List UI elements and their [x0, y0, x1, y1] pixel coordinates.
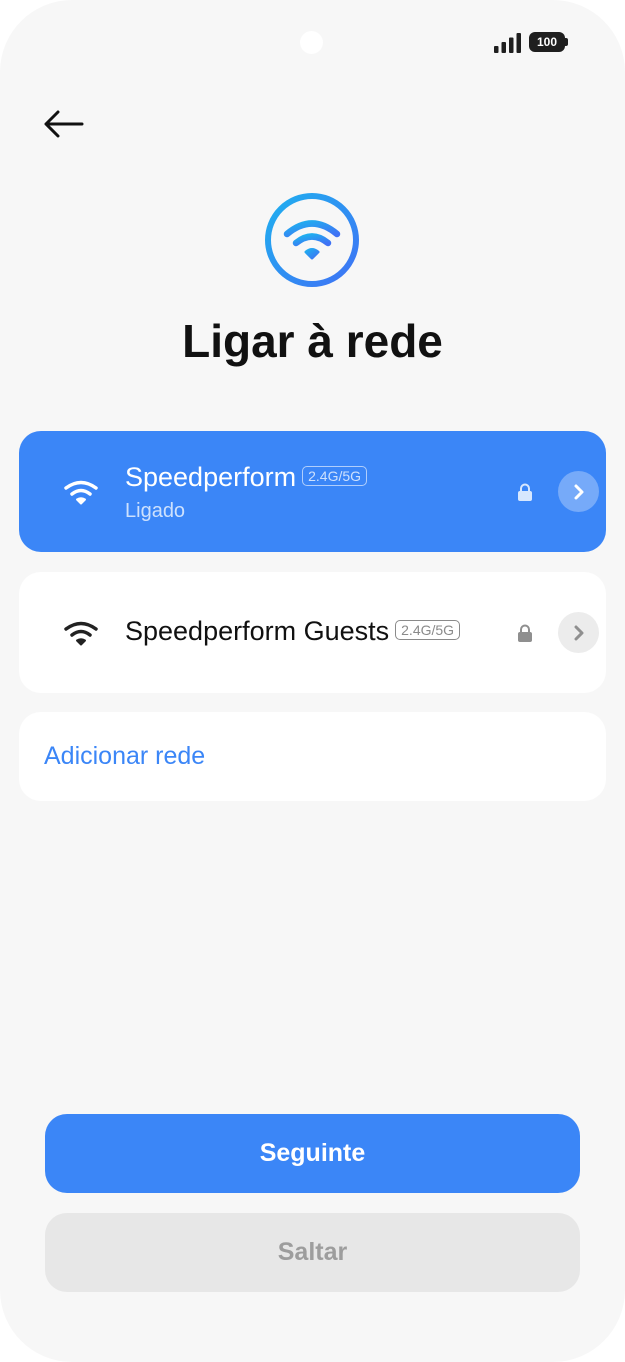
network-item-speedperform[interactable]: Speedperform 2.4G/5G Ligado — [19, 431, 606, 552]
wifi-circle-icon — [265, 193, 359, 287]
band-badge: 2.4G/5G — [395, 619, 461, 640]
network-name: Speedperform Guests 2.4G/5G — [125, 616, 461, 647]
battery-level: 100 — [536, 35, 558, 49]
chevron-right-icon — [574, 625, 584, 641]
wifi-icon — [64, 621, 98, 646]
chevron-right-icon — [574, 484, 584, 500]
page-title: Ligar à rede — [182, 315, 443, 367]
skip-button[interactable]: Saltar — [45, 1213, 580, 1292]
lock-icon — [518, 624, 532, 642]
network-name-text: Speedperform Guests — [125, 616, 390, 646]
band-badge: 2.4G/5G — [302, 465, 368, 486]
network-name: Speedperform 2.4G/5G — [125, 462, 368, 493]
add-network-button[interactable]: Adicionar rede — [19, 712, 606, 801]
wifi-icon — [64, 480, 98, 505]
network-detail-button[interactable] — [558, 471, 599, 512]
back-button[interactable] — [40, 104, 88, 144]
battery-icon: 100 — [529, 32, 565, 52]
phone-screen: 100 Ligar à rede Speedperform 2.4G/5G Lig — [0, 0, 625, 1362]
add-network-label: Adicionar rede — [44, 742, 206, 770]
arrow-left-icon — [44, 110, 84, 138]
signal-icon — [494, 33, 521, 53]
network-name-text: Speedperform — [125, 462, 297, 492]
lock-icon — [518, 483, 532, 501]
camera-cutout — [300, 31, 323, 54]
battery-tip — [565, 38, 568, 46]
network-detail-button[interactable] — [558, 612, 599, 653]
network-item-speedperform-guests[interactable]: Speedperform Guests 2.4G/5G — [19, 572, 606, 693]
next-button[interactable]: Seguinte — [45, 1114, 580, 1193]
network-status: Ligado — [125, 500, 186, 522]
